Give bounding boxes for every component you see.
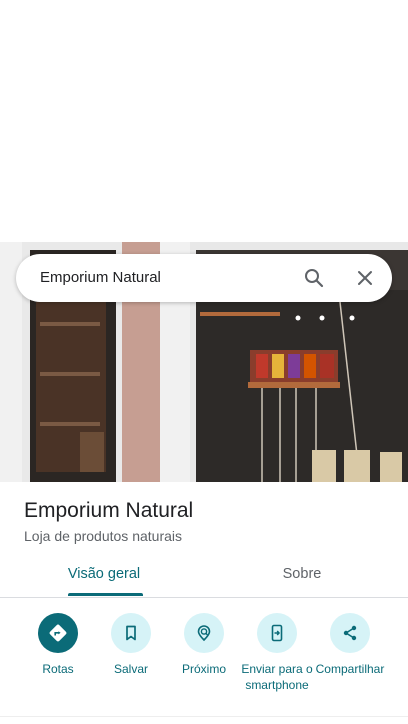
bottom-divider [0,716,408,717]
directions-button[interactable]: Rotas [20,613,96,677]
save-button[interactable]: Salvar [93,613,169,677]
active-tab-indicator [68,593,143,596]
share-label: Compartilhar [315,662,385,676]
tabs-divider [0,597,408,598]
search-input[interactable]: Emporium Natural [40,269,161,286]
send-to-phone-button[interactable]: Enviar para o smartphone [239,613,315,693]
bookmark-icon [111,613,151,653]
close-icon[interactable] [353,266,377,290]
save-label: Salvar [113,662,148,676]
directions-icon [38,613,78,653]
place-title: Emporium Natural [24,499,194,522]
directions-label: Rotas [42,662,74,676]
share-icon [330,613,370,653]
map-area-blank [0,0,408,242]
nearby-label: Próximo [181,662,226,676]
nearby-button[interactable]: Próximo [166,613,242,677]
search-icon[interactable] [302,266,326,290]
send-to-phone-label: Enviar para o smartphone [241,662,313,692]
place-category: Loja de produtos naturais [24,528,182,544]
tab-overview[interactable]: Visão geral [2,566,206,582]
search-bar[interactable]: Emporium Natural [16,254,392,302]
share-button[interactable]: Compartilhar [312,613,388,677]
send-to-phone-icon [257,613,297,653]
nearby-icon [184,613,224,653]
tab-about[interactable]: Sobre [200,566,404,582]
